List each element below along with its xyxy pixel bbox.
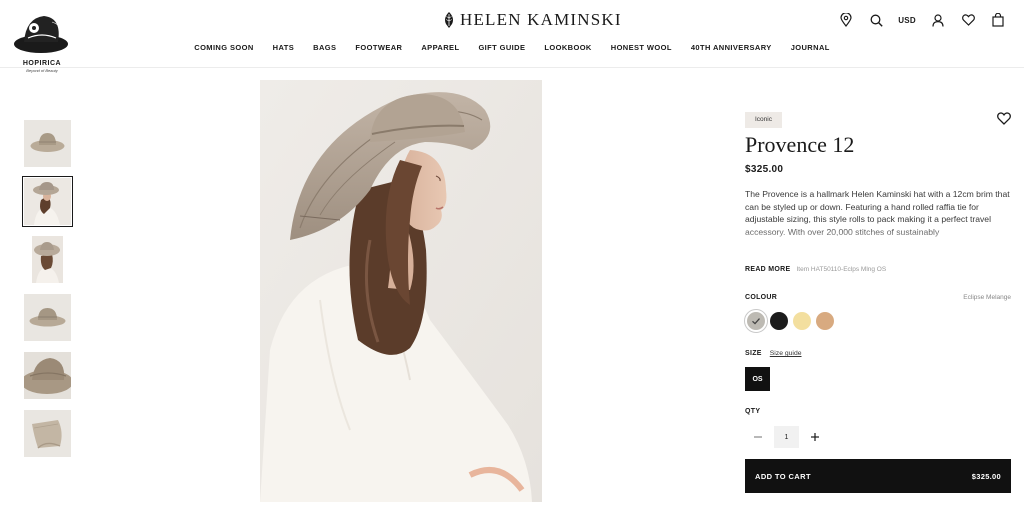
add-to-cart-button[interactable]: ADD TO CART $325.00 xyxy=(745,459,1011,493)
nav-bags[interactable]: BAGS xyxy=(304,43,346,52)
heart-icon[interactable] xyxy=(960,12,976,28)
user-icon[interactable] xyxy=(930,12,946,28)
badge-name: HOPIRICA xyxy=(22,60,62,67)
plus-icon xyxy=(811,433,819,441)
main-nav: COMING SOON HATS BAGS FOOTWEAR APPAREL G… xyxy=(0,43,1024,52)
model-wearing-hat-photo xyxy=(260,80,542,502)
hopirica-badge-logo: HOPIRICA Beyond of Beauty xyxy=(12,8,74,73)
nav-journal[interactable]: JOURNAL xyxy=(781,43,839,52)
size-row: SIZE Size guide xyxy=(745,350,802,357)
nav-hats[interactable]: HATS xyxy=(263,43,303,52)
colour-label: COLOUR xyxy=(745,294,778,301)
hat-side-photo-thumbnail xyxy=(24,294,71,341)
nav-footwear[interactable]: FOOTWEAR xyxy=(346,43,412,52)
qty-input[interactable]: 1 xyxy=(774,426,799,448)
size-option-os[interactable]: OS xyxy=(745,367,770,391)
check-icon xyxy=(752,318,760,325)
read-more-link[interactable]: READ MORE xyxy=(745,266,790,273)
swatch-butter[interactable] xyxy=(793,312,811,330)
gallery-thumbnail-2[interactable] xyxy=(22,176,73,227)
main-product-image[interactable] xyxy=(260,80,542,502)
hat-closeup-photo-thumbnail xyxy=(24,352,71,399)
iconic-tag: Iconic xyxy=(745,112,782,128)
nav-honest-wool[interactable]: HONEST WOOL xyxy=(601,43,681,52)
add-to-cart-label: ADD TO CART xyxy=(755,471,811,481)
header-utility-icons: USD xyxy=(838,12,1006,28)
gallery-thumbnail-1[interactable] xyxy=(24,120,71,167)
model-photo-thumbnail xyxy=(24,178,71,225)
qty-decrease-button[interactable] xyxy=(749,428,767,446)
gallery-thumbnail-6[interactable] xyxy=(24,410,71,457)
size-label: SIZE xyxy=(745,350,762,357)
product-description: The Provence is a hallmark Helen Kaminsk… xyxy=(745,189,1010,237)
currency-selector[interactable]: USD xyxy=(898,16,916,25)
hat-rolled-photo-thumbnail xyxy=(24,410,71,457)
read-more-row: READ MORE Item HAT50110-Eclps Mlng OS xyxy=(745,266,886,273)
swatch-black[interactable] xyxy=(770,312,788,330)
site-header: HOPIRICA Beyond of Beauty HELEN KAMINSKI… xyxy=(0,0,1024,73)
item-code: Item HAT50110-Eclps Mlng OS xyxy=(796,266,887,273)
add-to-cart-price: $325.00 xyxy=(971,471,1001,481)
gallery-thumbnail-4[interactable] xyxy=(24,294,71,341)
selected-colour-name: Eclipse Melange xyxy=(963,294,1011,301)
model-back-photo-thumbnail xyxy=(24,236,71,283)
qty-label: QTY xyxy=(745,408,761,415)
shopping-bag-icon[interactable] xyxy=(990,12,1006,28)
brand-leaf-icon xyxy=(445,12,453,28)
product-price: $325.00 xyxy=(745,164,784,175)
gallery-thumbnail-3[interactable] xyxy=(24,236,71,283)
nav-coming-soon[interactable]: COMING SOON xyxy=(185,43,263,52)
map-pin-icon[interactable] xyxy=(838,12,854,28)
colour-swatches xyxy=(744,309,834,333)
qty-increase-button[interactable] xyxy=(806,428,824,446)
nav-apparel[interactable]: APPAREL xyxy=(412,43,469,52)
nav-40th-anniversary[interactable]: 40TH ANNIVERSARY xyxy=(681,43,781,52)
swatch-tan[interactable] xyxy=(816,312,834,330)
gallery-thumbnail-5[interactable] xyxy=(24,352,71,399)
brand-name: HELEN KAMINSKI xyxy=(460,10,622,29)
product-title: Provence 12 xyxy=(745,132,855,157)
minus-icon xyxy=(754,436,762,438)
brand-logo[interactable]: HELEN KAMINSKI xyxy=(444,9,622,31)
size-guide-link[interactable]: Size guide xyxy=(770,350,802,357)
nav-gift-guide[interactable]: GIFT GUIDE xyxy=(469,43,535,52)
badge-tagline: Beyond of Beauty xyxy=(26,68,58,73)
wishlist-heart-icon[interactable] xyxy=(997,112,1011,126)
search-icon[interactable] xyxy=(868,12,884,28)
nav-lookbook[interactable]: LOOKBOOK xyxy=(535,43,601,52)
swatch-eclipse-melange[interactable] xyxy=(744,309,768,333)
hat-photo-thumbnail xyxy=(24,120,71,167)
